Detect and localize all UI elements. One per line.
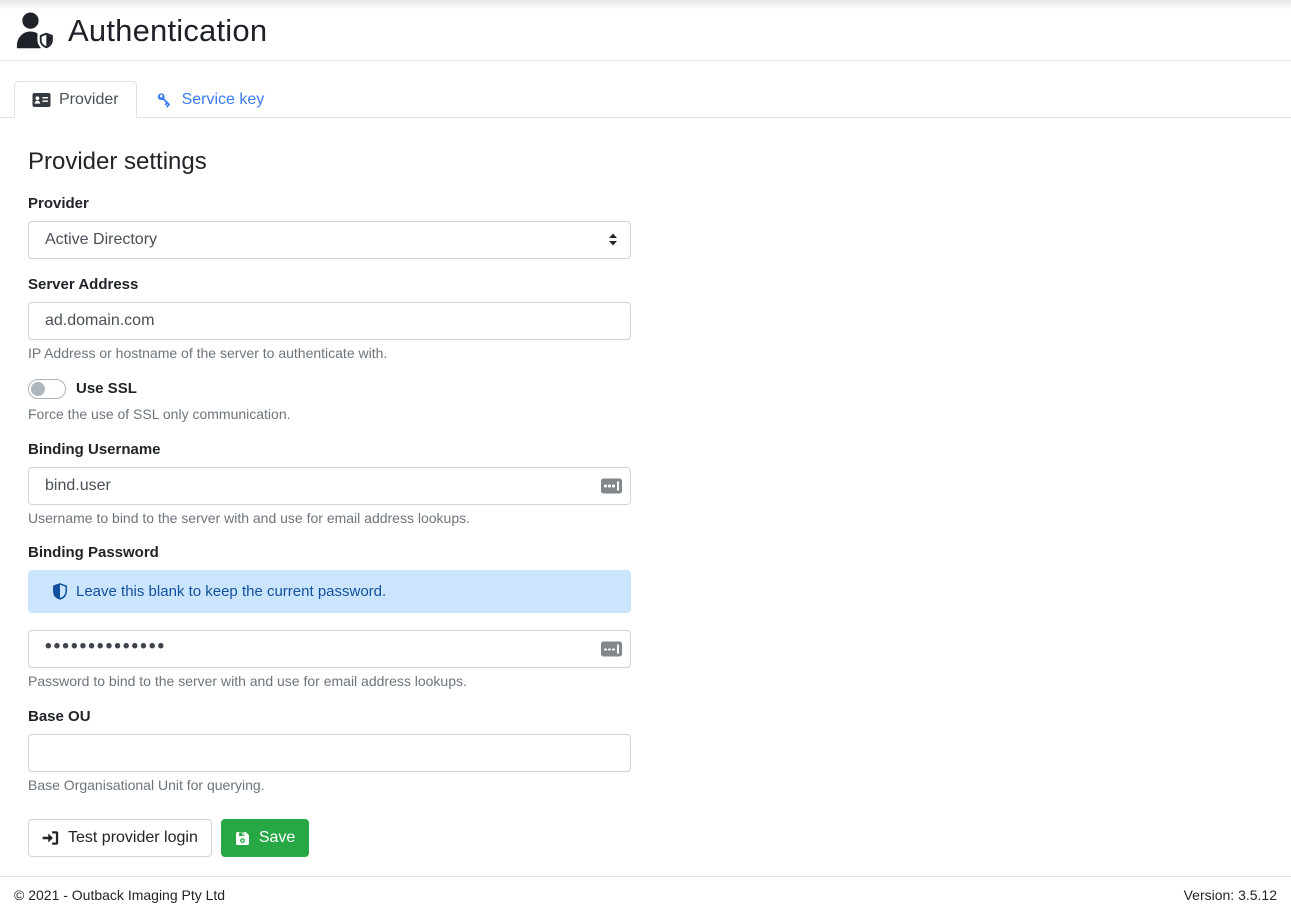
binding-password-help: Password to bind to the server with and … — [28, 673, 631, 691]
tab-content: Provider settings Provider Active Direct… — [0, 118, 1291, 876]
user-shield-icon — [12, 12, 58, 50]
footer-copyright: © 2021 - Outback Imaging Pty Ltd — [14, 887, 225, 903]
provider-field-group: Provider Active Directory — [28, 195, 631, 259]
binding-username-label: Binding Username — [28, 441, 631, 459]
page-header: Authentication — [0, 0, 1291, 61]
page-footer: © 2021 - Outback Imaging Pty Ltd Version… — [0, 876, 1291, 915]
base-ou-label: Base OU — [28, 708, 631, 726]
binding-password-label: Binding Password — [28, 544, 631, 562]
save-icon — [235, 831, 250, 846]
tab-bar: Provider Service key — [0, 81, 1291, 118]
key-icon — [155, 92, 174, 108]
base-ou-help: Base Organisational Unit for querying. — [28, 777, 631, 795]
use-ssl-field-group: Use SSL Force the use of SSL only commun… — [28, 379, 631, 424]
tab-service-key-label: Service key — [182, 90, 265, 109]
toggle-knob — [31, 382, 45, 396]
save-button[interactable]: Save — [221, 819, 309, 857]
server-address-field-group: Server Address IP Address or hostname of… — [28, 276, 631, 363]
form-actions: Test provider login Save — [28, 819, 631, 857]
tab-service-key[interactable]: Service key — [137, 81, 283, 118]
sign-in-icon — [42, 830, 59, 846]
binding-username-help: Username to bind to the server with and … — [28, 510, 631, 528]
use-ssl-toggle[interactable] — [28, 379, 66, 399]
server-address-label: Server Address — [28, 276, 631, 294]
provider-select-value: Active Directory — [45, 231, 157, 249]
binding-username-input[interactable] — [28, 467, 631, 505]
tab-provider-label: Provider — [59, 90, 119, 109]
provider-label: Provider — [28, 195, 631, 213]
select-arrows-icon — [608, 233, 618, 246]
save-label: Save — [259, 830, 295, 846]
section-heading: Provider settings — [28, 148, 1277, 177]
binding-username-field-group: Binding Username Username to bind to the… — [28, 441, 631, 528]
provider-settings-form: Provider Active Directory Server Address… — [28, 195, 631, 858]
shield-icon — [53, 583, 67, 600]
use-ssl-help: Force the use of SSL only communication. — [28, 406, 631, 424]
footer-version: Version: 3.5.12 — [1184, 887, 1277, 903]
binding-password-input[interactable] — [28, 630, 631, 668]
autofill-icon[interactable] — [601, 642, 622, 657]
id-card-icon — [32, 92, 51, 108]
base-ou-input[interactable] — [28, 734, 631, 772]
tab-provider[interactable]: Provider — [14, 81, 137, 118]
autofill-icon[interactable] — [601, 478, 622, 493]
server-address-help: IP Address or hostname of the server to … — [28, 345, 631, 363]
test-provider-login-button[interactable]: Test provider login — [28, 819, 212, 857]
base-ou-field-group: Base OU Base Organisational Unit for que… — [28, 708, 631, 795]
test-provider-login-label: Test provider login — [68, 830, 198, 846]
password-info-alert: Leave this blank to keep the current pas… — [28, 570, 631, 613]
provider-select[interactable]: Active Directory — [28, 221, 631, 259]
password-alert-text: Leave this blank to keep the current pas… — [76, 583, 386, 600]
use-ssl-label: Use SSL — [76, 380, 137, 398]
binding-password-field-group: Binding Password Leave this blank to kee… — [28, 544, 631, 691]
server-address-input[interactable] — [28, 302, 631, 340]
page-title: Authentication — [68, 13, 267, 49]
